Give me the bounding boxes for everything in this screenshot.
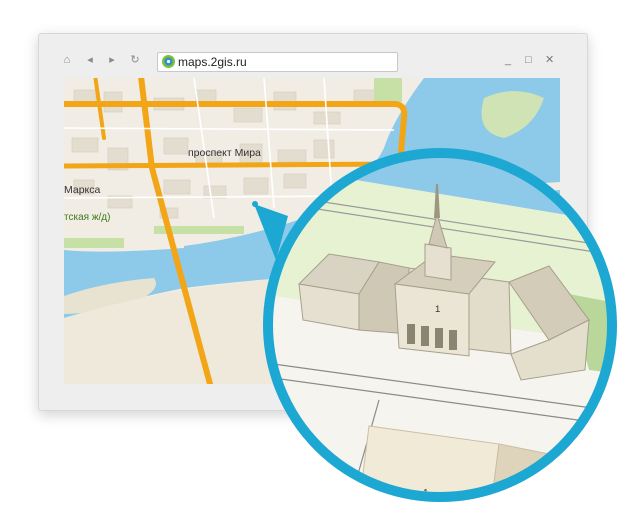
- street-label: Маркса: [64, 184, 101, 196]
- url-text: maps.2gis.ru: [178, 55, 247, 69]
- avenue-label: проспект Мира: [188, 147, 261, 159]
- close-button[interactable]: ✕: [545, 53, 554, 67]
- back-arrow-icon[interactable]: ◂: [83, 53, 97, 67]
- minimize-button[interactable]: _: [505, 53, 511, 67]
- refresh-icon[interactable]: ↻: [128, 53, 142, 67]
- zoom-lens: 1 1: [259, 144, 621, 506]
- building-number: 1: [435, 304, 440, 315]
- browser-toolbar: ⌂ ◂ ▸ ↻ maps.2gis.ru _ □ ✕: [39, 34, 587, 78]
- maximize-button[interactable]: □: [525, 53, 532, 67]
- zoom-3d-view: 1 1: [263, 148, 617, 502]
- 2gis-logo-icon: [162, 55, 175, 68]
- station-label: тская ж/д): [64, 212, 110, 223]
- home-icon[interactable]: ⌂: [60, 53, 74, 67]
- forward-arrow-icon[interactable]: ▸: [105, 53, 119, 67]
- address-bar[interactable]: maps.2gis.ru: [157, 52, 398, 72]
